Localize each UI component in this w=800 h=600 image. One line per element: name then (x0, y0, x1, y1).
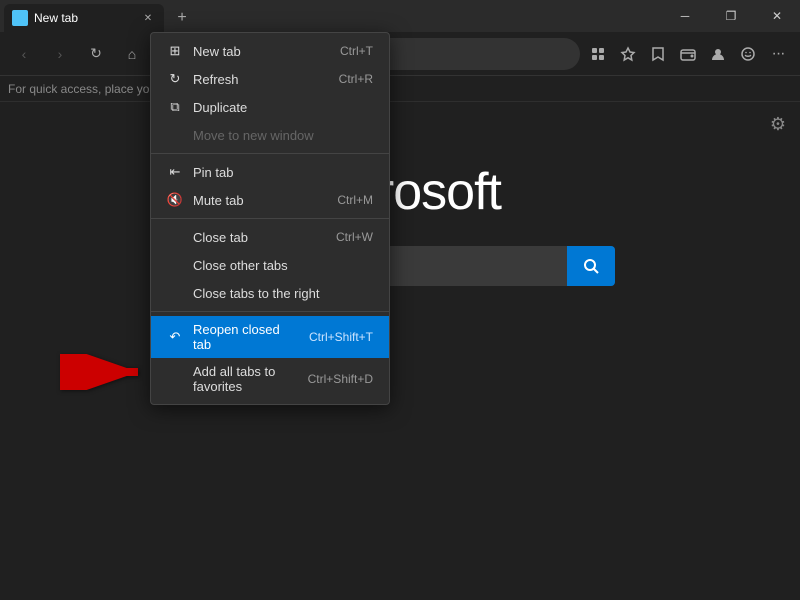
menu-label-move-window: Move to new window (193, 128, 373, 143)
window-controls: ─ ❐ ✕ (662, 0, 800, 32)
main-content: ⚙ Microsoft (0, 102, 800, 600)
tab-label: New tab (34, 11, 134, 25)
menu-item-mute-tab[interactable]: 🔇 Mute tab Ctrl+M (151, 186, 389, 214)
more-button[interactable]: ··· (764, 40, 792, 68)
back-button[interactable]: ‹ (8, 38, 40, 70)
menu-separator (151, 311, 389, 312)
menu-label-reopen-tab: Reopen closed tab (193, 322, 299, 352)
menu-icon-move-window (167, 127, 183, 143)
favorites-button[interactable] (614, 40, 642, 68)
tab-strip: New tab ✕ + (0, 0, 196, 32)
menu-item-refresh[interactable]: ↻ Refresh Ctrl+R (151, 65, 389, 93)
menu-label-close-right: Close tabs to the right (193, 286, 373, 301)
menu-item-duplicate[interactable]: ⧉ Duplicate (151, 93, 389, 121)
close-button[interactable]: ✕ (754, 0, 800, 32)
tab-favicon (12, 10, 28, 26)
menu-label-duplicate: Duplicate (193, 100, 373, 115)
menu-item-pin-tab[interactable]: ⇤ Pin tab (151, 158, 389, 186)
refresh-button[interactable]: ↻ (80, 38, 112, 70)
menu-item-close-right[interactable]: Close tabs to the right (151, 279, 389, 307)
menu-shortcut-close-tab: Ctrl+W (336, 230, 373, 244)
nav-icons-right: ··· (584, 40, 792, 68)
context-menu: ⊞ New tab Ctrl+T ↻ Refresh Ctrl+R ⧉ Duplicate Mo… (150, 32, 390, 405)
menu-label-pin-tab: Pin tab (193, 165, 373, 180)
quick-bar: For quick access, place your fav (0, 76, 800, 102)
menu-separator (151, 153, 389, 154)
menu-label-new-tab: New tab (193, 44, 330, 59)
collections-button[interactable] (584, 40, 612, 68)
emoji-button[interactable] (734, 40, 762, 68)
profile-button[interactable] (704, 40, 732, 68)
search-button[interactable] (567, 246, 615, 286)
menu-item-add-favorites[interactable]: Add all tabs to favorites Ctrl+Shift+D (151, 358, 389, 400)
forward-button[interactable]: › (44, 38, 76, 70)
menu-item-reopen-tab[interactable]: ↶ Reopen closed tab Ctrl+Shift+T (151, 316, 389, 358)
home-button[interactable]: ⌂ (116, 38, 148, 70)
menu-label-close-other: Close other tabs (193, 258, 373, 273)
minimize-button[interactable]: ─ (662, 0, 708, 32)
menu-icon-reopen-tab: ↶ (167, 329, 183, 345)
menu-icon-new-tab: ⊞ (167, 43, 183, 59)
settings-gear-icon[interactable]: ⚙ (770, 114, 786, 135)
menu-label-close-tab: Close tab (193, 230, 326, 245)
menu-icon-add-favorites (167, 371, 183, 387)
menu-item-new-tab[interactable]: ⊞ New tab Ctrl+T (151, 37, 389, 65)
menu-label-refresh: Refresh (193, 72, 329, 87)
reading-list-button[interactable] (644, 40, 672, 68)
restore-button[interactable]: ❐ (708, 0, 754, 32)
menu-label-mute-tab: Mute tab (193, 193, 327, 208)
menu-icon-pin-tab: ⇤ (167, 164, 183, 180)
menu-icon-close-other (167, 257, 183, 273)
menu-label-add-favorites: Add all tabs to favorites (193, 364, 298, 394)
menu-shortcut-reopen-tab: Ctrl+Shift+T (309, 330, 373, 344)
menu-icon-close-right (167, 285, 183, 301)
menu-item-close-tab[interactable]: Close tab Ctrl+W (151, 223, 389, 251)
active-tab[interactable]: New tab ✕ (4, 4, 164, 32)
title-bar: New tab ✕ + ─ ❐ ✕ (0, 0, 800, 32)
menu-icon-close-tab (167, 229, 183, 245)
menu-shortcut-refresh: Ctrl+R (339, 72, 373, 86)
menu-separator (151, 218, 389, 219)
menu-shortcut-add-favorites: Ctrl+Shift+D (308, 372, 373, 386)
tab-close-button[interactable]: ✕ (140, 10, 156, 26)
menu-icon-duplicate: ⧉ (167, 99, 183, 115)
menu-shortcut-mute-tab: Ctrl+M (337, 193, 373, 207)
menu-item-close-other[interactable]: Close other tabs (151, 251, 389, 279)
menu-icon-refresh: ↻ (167, 71, 183, 87)
nav-bar: ‹ › ↻ ⌂ ··· (0, 32, 800, 76)
new-tab-button[interactable]: + (168, 4, 196, 32)
menu-icon-mute-tab: 🔇 (167, 192, 183, 208)
wallet-button[interactable] (674, 40, 702, 68)
menu-shortcut-new-tab: Ctrl+T (340, 44, 373, 58)
red-arrow (60, 354, 150, 390)
menu-item-move-window: Move to new window (151, 121, 389, 149)
